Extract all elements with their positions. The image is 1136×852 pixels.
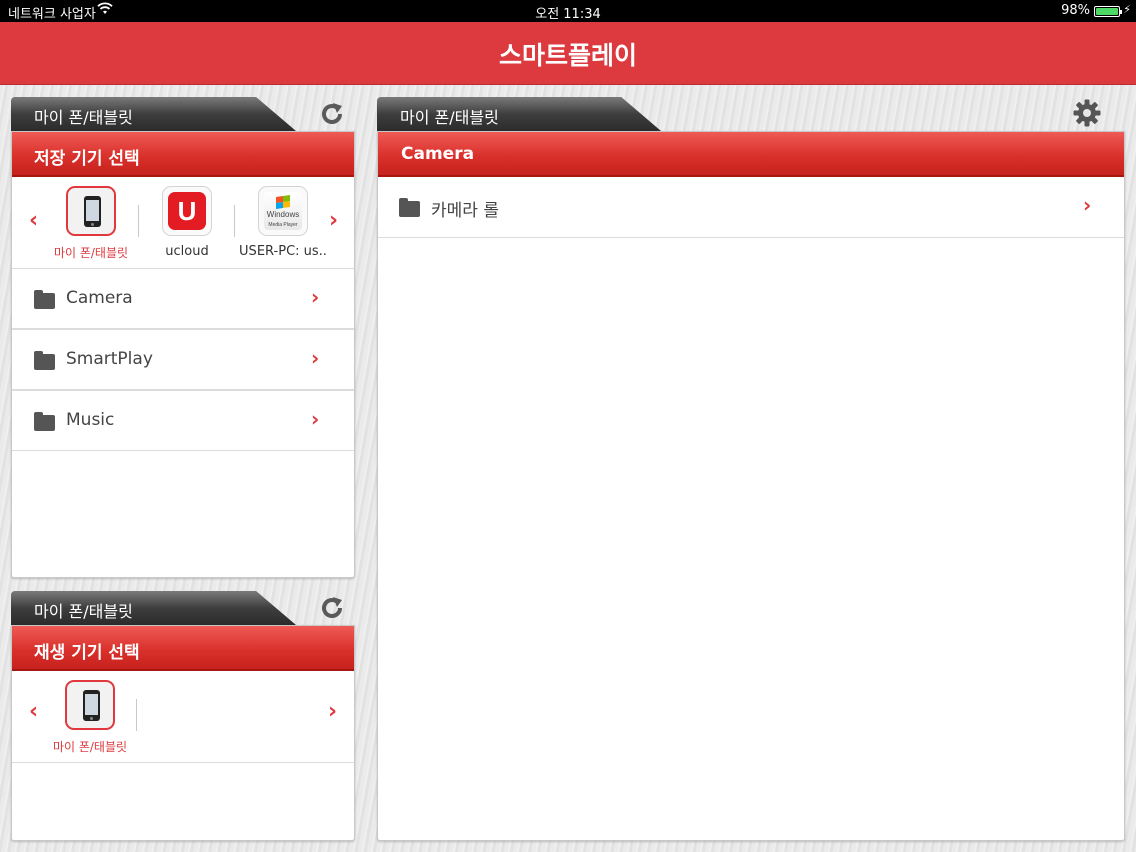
playback-panel: 재생 기기 선택 ‹ 마이 폰/태블릿 ›	[11, 625, 355, 841]
app-title: 스마트플레이	[498, 41, 637, 70]
windows-media-player-icon: Windows Media Player	[264, 192, 302, 230]
chevron-right-icon: ›	[311, 407, 320, 431]
content-panel: Camera 카메라 롤 ›	[377, 131, 1125, 841]
gear-icon	[1073, 99, 1101, 127]
playback-tab-label: 마이 폰/태블릿	[34, 602, 133, 621]
storage-next-arrow-icon[interactable]: ›	[329, 208, 338, 233]
content-header: Camera	[378, 132, 1124, 177]
storage-prev-arrow-icon[interactable]: ‹	[29, 208, 38, 233]
device-label: ucloud	[165, 244, 209, 259]
content-item-label: 카메라 롤	[431, 201, 499, 221]
status-bar: 네트워크 사업자 오전 11:34 98% ⚡	[0, 0, 1136, 22]
refresh-icon	[322, 103, 342, 124]
playback-device-my-phone[interactable]: 마이 폰/태블릿	[42, 680, 138, 755]
device-divider	[136, 699, 137, 731]
folder-icon	[34, 351, 55, 370]
playback-device-strip: ‹ 마이 폰/태블릿 ›	[12, 671, 354, 763]
device-label: 마이 폰/태블릿	[53, 246, 129, 260]
chevron-right-icon: ›	[311, 285, 320, 309]
chevron-right-icon: ›	[1083, 193, 1092, 217]
storage-device-tab[interactable]: 마이 폰/태블릿	[11, 97, 296, 131]
folder-row-smartplay[interactable]: SmartPlay ›	[12, 329, 354, 390]
folder-row-music[interactable]: Music ›	[12, 390, 354, 451]
playback-refresh-button[interactable]	[319, 595, 345, 621]
playback-next-arrow-icon[interactable]: ›	[328, 699, 337, 724]
phone-icon	[83, 690, 100, 721]
playback-header: 재생 기기 선택	[12, 626, 354, 671]
clock: 오전 11:34	[535, 7, 601, 22]
phone-icon	[84, 196, 101, 227]
settings-button[interactable]	[1072, 98, 1102, 128]
refresh-icon	[322, 597, 342, 618]
playback-device-tab[interactable]: 마이 폰/태블릿	[11, 591, 296, 625]
ucloud-icon: U	[168, 192, 206, 230]
folder-icon	[399, 198, 420, 217]
storage-device-strip: ‹ 마이 폰/태블릿 U ucloud Windows Media Player…	[12, 177, 354, 269]
playback-prev-arrow-icon[interactable]: ‹	[29, 699, 38, 724]
app-header: 스마트플레이	[0, 22, 1136, 85]
folder-row-camera[interactable]: Camera ›	[12, 268, 354, 329]
storage-panel: 저장 기기 선택 ‹ 마이 폰/태블릿 U ucloud Windows Med…	[11, 131, 355, 578]
content-row-camera-roll[interactable]: 카메라 롤 ›	[378, 177, 1124, 238]
content-device-tab[interactable]: 마이 폰/태블릿	[377, 97, 661, 131]
battery-percentage: 98%	[1061, 3, 1090, 18]
folder-label: SmartPlay	[66, 349, 153, 369]
device-label: 마이 폰/태블릿	[52, 740, 128, 754]
battery-icon	[1094, 6, 1122, 17]
content-tab-label: 마이 폰/태블릿	[400, 108, 499, 127]
storage-refresh-button[interactable]	[319, 101, 345, 127]
storage-tab-label: 마이 폰/태블릿	[34, 108, 133, 127]
device-label: USER-PC: us..	[239, 244, 327, 259]
folder-icon	[34, 412, 55, 431]
folder-label: Music	[66, 410, 115, 430]
device-ucloud[interactable]: U ucloud	[139, 186, 235, 259]
charging-icon: ⚡	[1123, 3, 1131, 16]
device-my-phone[interactable]: 마이 폰/태블릿	[43, 186, 139, 261]
folder-icon	[34, 290, 55, 309]
storage-header: 저장 기기 선택	[12, 132, 354, 177]
device-user-pc[interactable]: Windows Media Player USER-PC: us..	[235, 186, 331, 259]
folder-label: Camera	[66, 288, 133, 308]
chevron-right-icon: ›	[311, 346, 320, 370]
